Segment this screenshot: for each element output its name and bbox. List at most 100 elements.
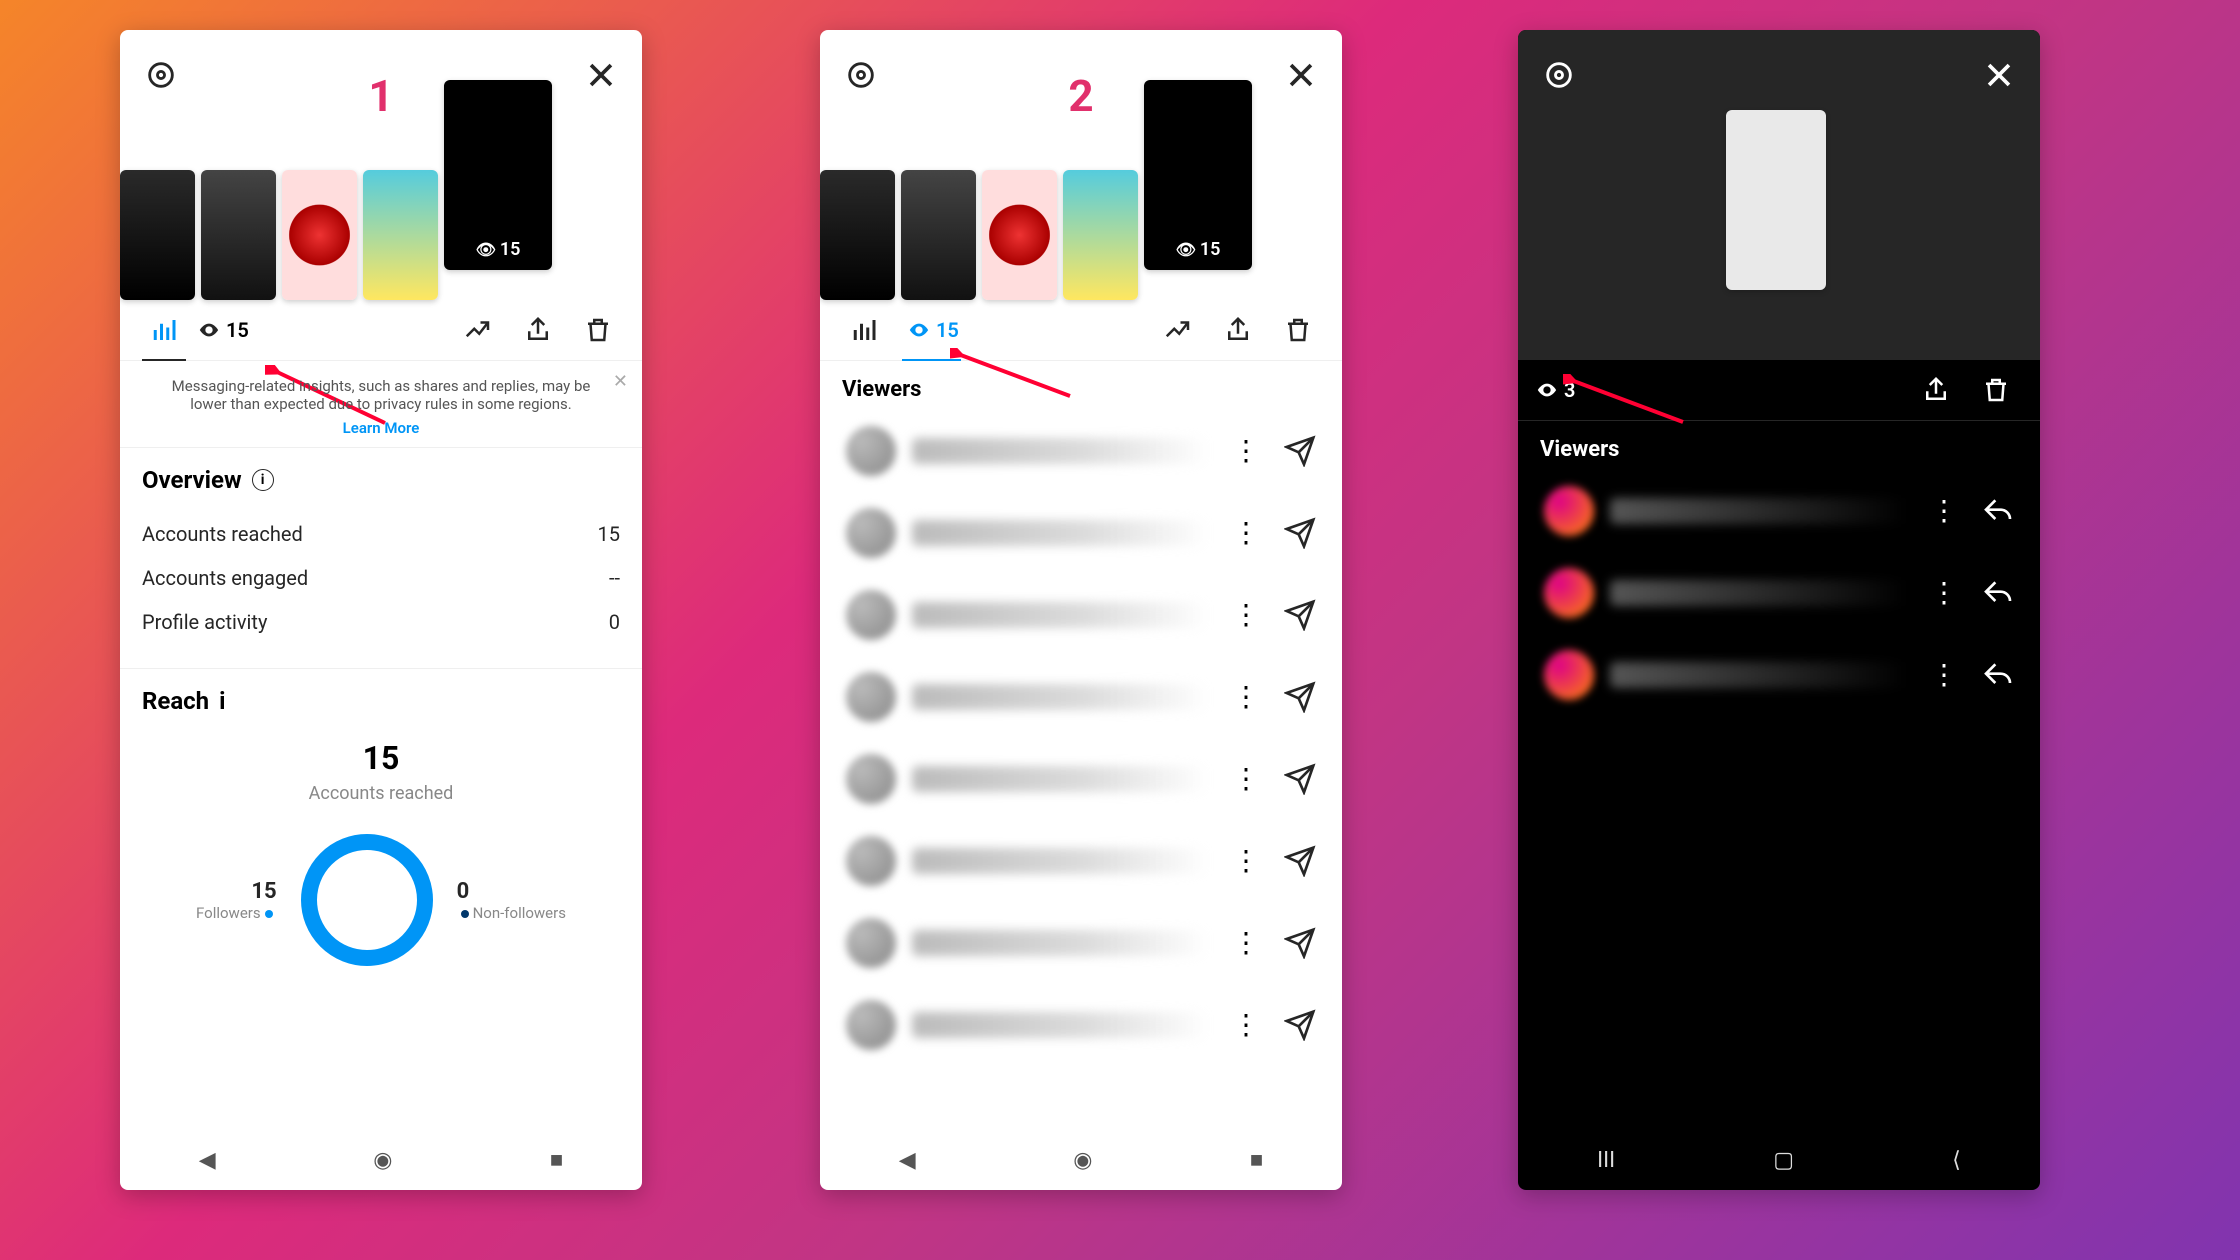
info-icon[interactable]: i xyxy=(252,469,274,491)
viewer-name xyxy=(912,438,1208,464)
share-icon[interactable] xyxy=(1208,300,1268,360)
tab-views[interactable]: 15 xyxy=(198,318,249,342)
viewer-name xyxy=(912,520,1208,546)
story-thumb[interactable] xyxy=(820,170,895,300)
viewer-row[interactable]: ⋮ xyxy=(1518,634,2040,716)
panel-viewers-light: 2 15 15 xyxy=(820,30,1342,1190)
viewer-row[interactable]: ⋮ xyxy=(820,902,1342,984)
share-icon[interactable] xyxy=(508,300,568,360)
story-thumb[interactable] xyxy=(1063,170,1138,300)
send-icon[interactable] xyxy=(1284,599,1316,631)
settings-icon[interactable] xyxy=(144,58,178,96)
viewer-name xyxy=(912,930,1208,956)
viewers-list: ⋮⋮⋮⋮⋮⋮⋮⋮ xyxy=(820,410,1342,1066)
story-thumb[interactable] xyxy=(982,170,1057,300)
close-icon[interactable] xyxy=(1982,58,2016,96)
viewer-row[interactable]: ⋮ xyxy=(820,492,1342,574)
notice-close-icon[interactable]: ✕ xyxy=(613,371,628,392)
send-icon[interactable] xyxy=(1284,1009,1316,1041)
overview-section: Overview i Accounts reached15 Accounts en… xyxy=(120,448,642,650)
promote-icon[interactable] xyxy=(448,300,508,360)
promote-icon[interactable] xyxy=(1148,300,1208,360)
avatar xyxy=(846,672,896,722)
insights-notice: ✕ Messaging-related insights, such as sh… xyxy=(120,361,642,448)
viewer-row[interactable]: ⋮ xyxy=(820,984,1342,1066)
story-thumb[interactable] xyxy=(901,170,976,300)
close-icon[interactable] xyxy=(584,58,618,96)
avatar xyxy=(846,1000,896,1050)
viewer-row[interactable]: ⋮ xyxy=(820,656,1342,738)
send-icon[interactable] xyxy=(1284,681,1316,713)
avatar xyxy=(846,836,896,886)
nav-recents-icon[interactable]: III xyxy=(1597,1148,1615,1173)
legend-nonfollowers: 0Non-followers xyxy=(457,879,566,922)
close-icon[interactable] xyxy=(1284,58,1318,96)
avatar xyxy=(846,918,896,968)
story-thumb[interactable] xyxy=(201,170,276,300)
reply-icon[interactable] xyxy=(1982,659,2014,691)
nav-back-icon[interactable]: ◀ xyxy=(199,1148,216,1173)
legend-followers: 15Followers xyxy=(196,879,277,922)
avatar xyxy=(1544,486,1594,536)
reach-sublabel: Accounts reached xyxy=(142,783,620,804)
share-icon[interactable] xyxy=(1906,360,1966,420)
reply-icon[interactable] xyxy=(1982,495,2014,527)
send-icon[interactable] xyxy=(1284,927,1316,959)
viewer-row[interactable]: ⋮ xyxy=(820,738,1342,820)
avatar xyxy=(1544,650,1594,700)
send-icon[interactable] xyxy=(1284,845,1316,877)
nav-home-icon[interactable]: ◉ xyxy=(1073,1148,1092,1173)
android-navbar: III ▢ ⟨ xyxy=(1518,1130,2040,1190)
panel-insights: 1 15 15 xyxy=(120,30,642,1190)
avatar xyxy=(846,508,896,558)
trash-icon[interactable] xyxy=(568,300,628,360)
reach-donut-chart xyxy=(301,834,433,966)
send-icon[interactable] xyxy=(1284,435,1316,467)
viewer-name xyxy=(1610,498,1906,524)
overview-title: Overview xyxy=(142,466,242,494)
story-thumb[interactable] xyxy=(282,170,357,300)
viewer-row[interactable]: ⋮ xyxy=(1518,470,2040,552)
nav-home-icon[interactable]: ▢ xyxy=(1773,1148,1794,1173)
row-accounts-engaged[interactable]: Accounts engaged-- xyxy=(142,556,620,600)
story-thumb-selected[interactable]: 15 xyxy=(1144,80,1252,270)
nav-recents-icon[interactable]: ■ xyxy=(550,1147,563,1173)
nav-back-icon[interactable]: ⟨ xyxy=(1952,1148,1961,1173)
learn-more-link[interactable]: Learn More xyxy=(160,419,602,437)
bar-chart-icon xyxy=(149,315,179,345)
story-thumb-selected[interactable]: 15 xyxy=(444,80,552,270)
row-profile-activity[interactable]: Profile activity0 xyxy=(142,600,620,644)
eye-icon xyxy=(1536,379,1558,401)
nav-home-icon[interactable]: ◉ xyxy=(373,1148,392,1173)
tab-insights[interactable] xyxy=(834,300,894,360)
android-navbar: ◀ ◉ ■ xyxy=(820,1130,1342,1190)
viewer-row[interactable]: ⋮ xyxy=(820,410,1342,492)
reply-icon[interactable] xyxy=(1982,577,2014,609)
reach-title: Reach xyxy=(142,687,209,715)
android-navbar: ◀ ◉ ■ xyxy=(120,1130,642,1190)
viewer-name xyxy=(912,1012,1208,1038)
settings-icon[interactable] xyxy=(844,58,878,96)
story-thumb[interactable] xyxy=(363,170,438,300)
viewer-row[interactable]: ⋮ xyxy=(820,820,1342,902)
send-icon[interactable] xyxy=(1284,763,1316,795)
nav-recents-icon[interactable]: ■ xyxy=(1250,1147,1263,1173)
send-icon[interactable] xyxy=(1284,517,1316,549)
eye-icon xyxy=(908,319,930,341)
viewer-row[interactable]: ⋮ xyxy=(820,574,1342,656)
tab-views[interactable]: 15 xyxy=(894,300,969,360)
story-thumb[interactable] xyxy=(120,170,195,300)
viewers-list: ⋮⋮⋮ xyxy=(1518,470,2040,716)
trash-icon[interactable] xyxy=(1966,360,2026,420)
nav-back-icon[interactable]: ◀ xyxy=(899,1148,916,1173)
row-accounts-reached[interactable]: Accounts reached15 xyxy=(142,512,620,556)
viewers-title: Viewers xyxy=(1518,421,2040,470)
viewer-row[interactable]: ⋮ xyxy=(1518,552,2040,634)
trash-icon[interactable] xyxy=(1268,300,1328,360)
tab-insights[interactable] xyxy=(134,300,194,360)
tab-views[interactable]: 3 xyxy=(1536,378,1575,402)
bar-chart-icon xyxy=(849,315,879,345)
info-icon[interactable]: i xyxy=(219,687,225,715)
settings-icon[interactable] xyxy=(1542,58,1576,96)
story-thumb-selected[interactable] xyxy=(1726,110,1826,290)
